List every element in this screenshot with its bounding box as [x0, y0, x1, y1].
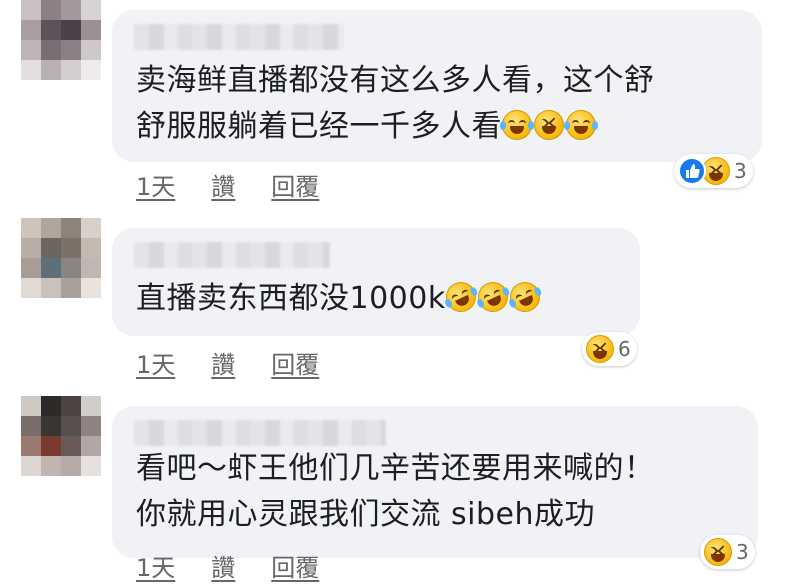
joy-emoji	[564, 110, 598, 140]
laughing-emoji	[534, 110, 564, 140]
comment-actions: 1天 讚 回覆	[136, 548, 319, 583]
comment-text-line: 看吧～虾王他们几辛苦还要用来喊的！	[136, 451, 655, 486]
comment-actions: 1天 讚 回覆	[136, 167, 319, 202]
comment-text: 卖海鲜直播都没有这么多人看，这个舒 舒服服躺着已经一千多人看	[136, 58, 655, 150]
reaction-count: 6	[618, 337, 631, 361]
comment-text-line: 直播卖东西都没1000k	[136, 281, 446, 316]
avatar[interactable]	[21, 396, 101, 476]
reaction-count: 3	[736, 540, 749, 564]
emoji-group	[440, 277, 545, 317]
comments-thread: 卖海鲜直播都没有这么多人看，这个舒 舒服服躺着已经一千多人看 3 1天 讚 回覆…	[0, 0, 800, 588]
comment-text-fragment: 舒服服躺着已经一千多人看	[136, 109, 502, 144]
rofl-emoji	[472, 277, 513, 317]
emoji-group	[500, 110, 598, 140]
reply-link[interactable]: 回覆	[271, 548, 319, 583]
comment-text-line: 卖海鲜直播都没有这么多人看，这个舒	[136, 63, 655, 98]
reply-link[interactable]: 回覆	[271, 167, 319, 202]
reactions-summary[interactable]: 3	[674, 154, 753, 188]
comment-text-line: 舒服服躺着已经一千多人看	[136, 104, 655, 150]
timestamp-link[interactable]: 1天	[136, 345, 175, 380]
like-link[interactable]: 讚	[211, 548, 235, 583]
avatar[interactable]	[21, 218, 101, 298]
reply-link[interactable]: 回覆	[271, 345, 319, 380]
rofl-emoji	[440, 277, 481, 317]
laughing-icon	[702, 157, 730, 185]
author-name[interactable]	[134, 24, 344, 50]
comment-bubble: 卖海鲜直播都没有这么多人看，这个舒 舒服服躺着已经一千多人看	[112, 10, 762, 162]
reactions-summary[interactable]: 3	[700, 535, 755, 569]
laughing-icon	[704, 538, 732, 566]
comment-actions: 1天 讚 回覆	[136, 345, 319, 380]
author-name[interactable]	[134, 420, 386, 446]
reaction-count: 3	[734, 159, 747, 183]
comment-text: 看吧～虾王他们几辛苦还要用来喊的！ 你就用心灵跟我们交流 sibeh成功	[136, 446, 655, 538]
joy-emoji	[500, 110, 534, 140]
like-link[interactable]: 讚	[211, 167, 235, 202]
rofl-emoji	[504, 277, 545, 317]
like-icon	[678, 157, 706, 185]
author-name[interactable]	[134, 242, 330, 268]
comment-bubble: 直播卖东西都没1000k	[112, 228, 640, 336]
comment-bubble: 看吧～虾王他们几辛苦还要用来喊的！ 你就用心灵跟我们交流 sibeh成功	[112, 406, 758, 558]
like-link[interactable]: 讚	[211, 345, 235, 380]
avatar[interactable]	[21, 0, 101, 80]
comment-text: 直播卖东西都没1000k	[136, 276, 545, 322]
timestamp-link[interactable]: 1天	[136, 167, 175, 202]
reactions-summary[interactable]: 6	[582, 332, 637, 366]
timestamp-link[interactable]: 1天	[136, 548, 175, 583]
laughing-icon	[586, 335, 614, 363]
comment-text-line: 你就用心灵跟我们交流 sibeh成功	[136, 497, 596, 532]
